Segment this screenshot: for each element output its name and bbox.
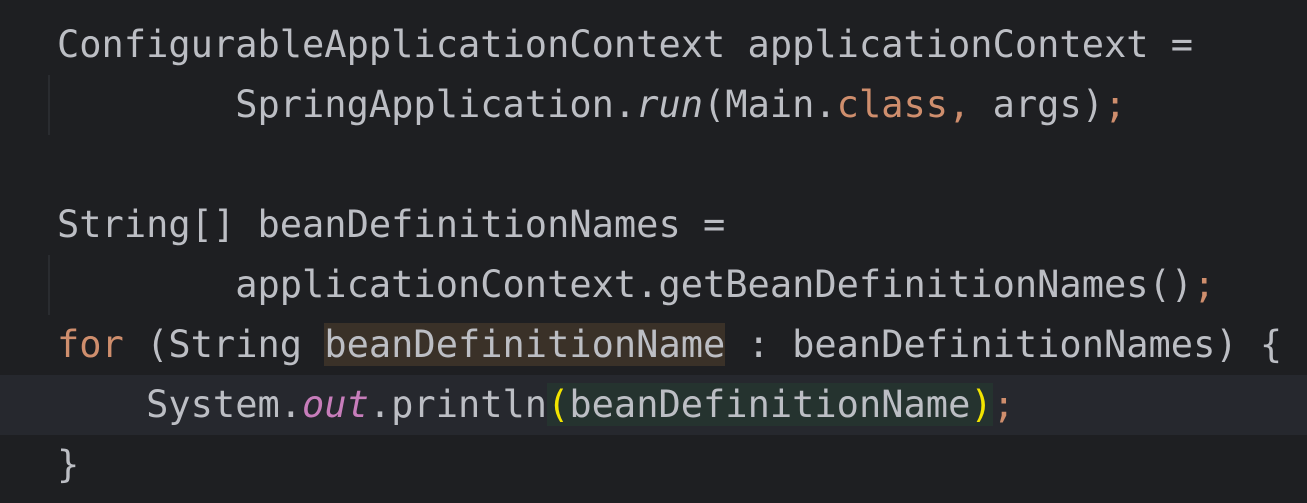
code-line-text: String[] beanDefinitionNames = [57,195,725,255]
code-token: beanDefinitionName [324,323,726,366]
code-line[interactable]: for (String beanDefinitionName : beanDef… [0,315,1307,375]
code-token: (String [123,323,325,366]
code-line[interactable] [0,135,1307,195]
code-line-text: SpringApplication.run(Main.class, args); [57,75,1126,135]
code-token: ConfigurableApplicationContext applicati… [57,23,1194,66]
code-line[interactable]: } [0,435,1307,495]
code-token: , [948,83,971,126]
code-token: out [302,383,369,426]
code-token: ( [547,383,570,426]
code-token: : beanDefinitionNames) { [725,323,1283,366]
code-token: ; [1193,263,1216,306]
code-line-text: } [57,435,79,495]
code-token: .println [368,383,548,426]
code-token: ) [970,383,993,426]
code-line[interactable]: applicationContext.getBeanDefinitionName… [0,255,1307,315]
code-token: } [57,443,80,486]
code-editor[interactable]: ConfigurableApplicationContext applicati… [0,0,1307,503]
code-token: args) [970,83,1104,126]
code-line-text: applicationContext.getBeanDefinitionName… [57,255,1215,315]
code-token: class [836,83,949,126]
code-line-text: for (String beanDefinitionName : beanDef… [57,315,1282,375]
code-line[interactable]: System.out.println(beanDefinitionName); [0,375,1307,435]
code-line[interactable]: String[] beanDefinitionNames = [0,195,1307,255]
code-token: run [636,83,704,126]
code-line[interactable]: SpringApplication.run(Main.class, args); [0,75,1307,135]
code-token: for [57,323,124,366]
code-token: applicationContext.getBeanDefinitionName… [57,263,1194,306]
code-token: System. [57,383,303,426]
code-token: String[] beanDefinitionNames = [57,203,726,246]
code-token: ; [992,383,1015,426]
code-token: (Main. [703,83,837,126]
code-line-text: ConfigurableApplicationContext applicati… [57,15,1193,75]
code-line[interactable]: ConfigurableApplicationContext applicati… [0,15,1307,75]
code-token: SpringApplication. [57,83,637,126]
code-token: ; [1104,83,1127,126]
code-line-text: System.out.println(beanDefinitionName); [57,375,1015,435]
code-token: beanDefinitionName [569,383,971,426]
